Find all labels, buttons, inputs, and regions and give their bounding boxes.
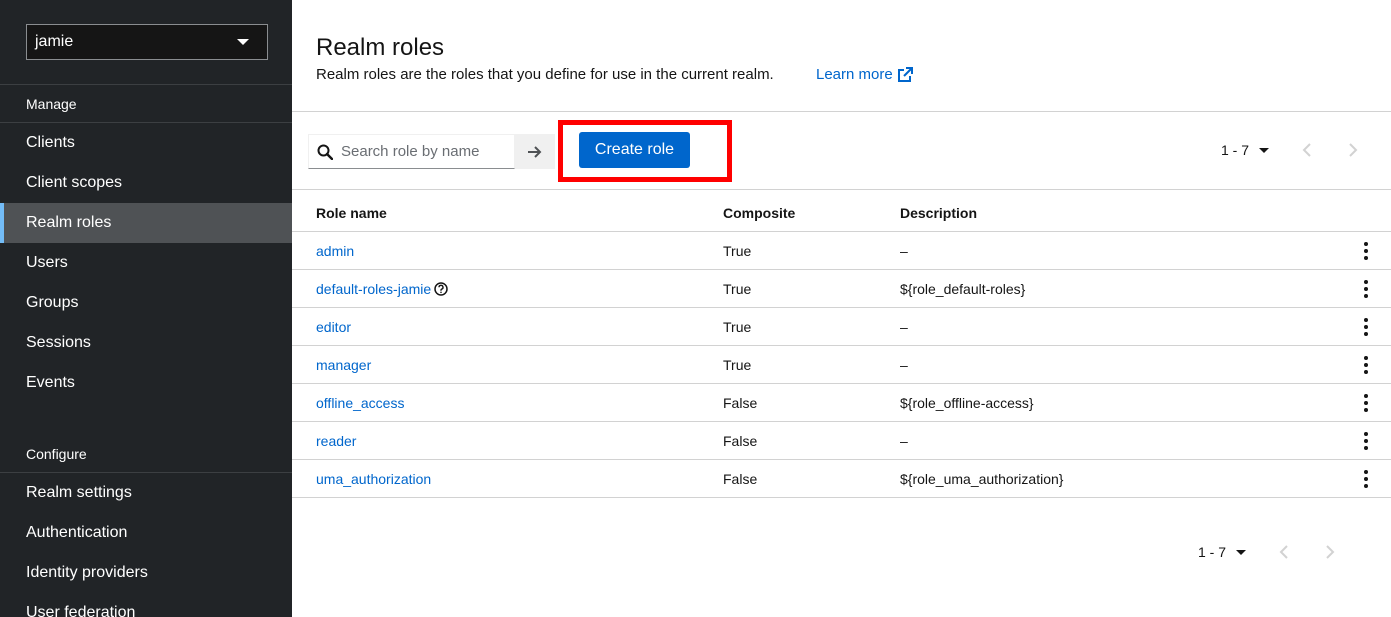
role-name-link[interactable]: editor xyxy=(316,319,351,335)
row-actions-kebab-icon[interactable] xyxy=(1358,279,1374,299)
sidebar: jamie Manage Clients Client scopes Realm… xyxy=(0,0,292,617)
role-name: reader xyxy=(316,433,357,449)
create-role-button[interactable]: Create role xyxy=(579,132,690,168)
pagination-top: 1 - 7 xyxy=(1221,142,1361,158)
caret-down-icon xyxy=(1259,147,1270,153)
help-icon[interactable] xyxy=(434,282,448,296)
row-actions-kebab-icon[interactable] xyxy=(1358,241,1374,261)
chevron-left-icon xyxy=(1279,545,1288,559)
sidebar-divider xyxy=(0,84,292,85)
arrow-right-icon xyxy=(528,145,542,158)
previous-page-button[interactable] xyxy=(1276,544,1292,560)
chevron-right-icon xyxy=(1326,545,1335,559)
next-page-button[interactable] xyxy=(1345,142,1361,158)
sidebar-item-realm-settings[interactable]: Realm settings xyxy=(0,473,292,513)
search-submit-button[interactable] xyxy=(515,134,555,169)
table-row: editor True – xyxy=(292,308,1391,346)
sidebar-item-groups[interactable]: Groups xyxy=(0,283,292,323)
role-name: offline_access xyxy=(316,395,405,411)
row-actions-kebab-icon[interactable] xyxy=(1358,469,1374,489)
caret-down-icon xyxy=(237,39,249,45)
description-value: ${role_uma_authorization} xyxy=(900,471,1064,487)
external-link-icon xyxy=(897,66,913,82)
composite-value: True xyxy=(723,281,752,297)
sidebar-item-client-scopes[interactable]: Client scopes xyxy=(0,163,292,203)
table-row: uma_authorization False ${role_uma_autho… xyxy=(292,460,1391,498)
realm-selector-value: jamie xyxy=(35,33,74,50)
description-value: – xyxy=(900,433,908,449)
role-name-link[interactable]: default-roles-jamie xyxy=(316,281,448,297)
next-page-button[interactable] xyxy=(1322,544,1338,560)
sidebar-item-events[interactable]: Events xyxy=(0,363,292,403)
role-name: uma_authorization xyxy=(316,471,432,487)
composite-value: False xyxy=(723,471,758,487)
role-name-link[interactable]: offline_access xyxy=(316,395,404,411)
pagination-range-toggle[interactable]: 1 - 7 xyxy=(1221,142,1270,158)
sidebar-item-users[interactable]: Users xyxy=(0,243,292,283)
role-name-link[interactable]: uma_authorization xyxy=(316,471,431,487)
column-header-role-name[interactable]: Role name xyxy=(316,205,387,221)
sidebar-item-identity-providers[interactable]: Identity providers xyxy=(0,553,292,593)
page-header: Realm roles Realm roles are the roles th… xyxy=(292,0,1391,112)
description-value: ${role_default-roles} xyxy=(900,281,1026,297)
table-row: reader False – xyxy=(292,422,1391,460)
role-name: manager xyxy=(316,357,372,373)
table-row: manager True – xyxy=(292,346,1391,384)
row-actions-kebab-icon[interactable] xyxy=(1358,393,1374,413)
role-name: admin xyxy=(316,243,355,259)
composite-value: False xyxy=(723,433,758,449)
page-title: Realm roles xyxy=(316,34,445,61)
sidebar-item-sessions[interactable]: Sessions xyxy=(0,323,292,363)
table-header: Role name Composite Description xyxy=(292,190,1391,232)
main-content: Realm roles Realm roles are the roles th… xyxy=(292,0,1391,617)
nav-section-configure: Configure xyxy=(26,446,87,462)
table-row: admin True – xyxy=(292,232,1391,270)
learn-more-link[interactable]: Learn more xyxy=(816,66,913,83)
composite-value: True xyxy=(723,243,752,259)
table-row: offline_access False ${role_offline-acce… xyxy=(292,384,1391,422)
description-value: – xyxy=(900,243,908,259)
role-name: default-roles-jamie xyxy=(316,281,432,297)
chevron-right-icon xyxy=(1349,143,1358,157)
pagination-range: 1 - 7 xyxy=(1221,142,1250,158)
row-actions-kebab-icon[interactable] xyxy=(1358,431,1374,451)
previous-page-button[interactable] xyxy=(1299,142,1315,158)
composite-value: True xyxy=(723,357,752,373)
column-header-description: Description xyxy=(900,205,978,221)
sidebar-item-realm-roles[interactable]: Realm roles xyxy=(0,203,292,243)
role-name: editor xyxy=(316,319,352,335)
table-row: default-roles-jamie True ${role_default-… xyxy=(292,270,1391,308)
description-value: – xyxy=(900,319,908,335)
sidebar-item-authentication[interactable]: Authentication xyxy=(0,513,292,553)
role-name-link[interactable]: admin xyxy=(316,243,354,259)
page-description: Realm roles are the roles that you defin… xyxy=(316,66,774,83)
pagination-bottom: 1 - 7 xyxy=(1198,544,1338,560)
nav-section-manage: Manage xyxy=(26,96,77,112)
search-box xyxy=(308,134,515,169)
chevron-left-icon xyxy=(1302,143,1311,157)
composite-value: True xyxy=(723,319,752,335)
pagination-range: 1 - 7 xyxy=(1198,544,1227,560)
role-name-link[interactable]: manager xyxy=(316,357,371,373)
sidebar-item-clients[interactable]: Clients xyxy=(0,123,292,163)
search-input[interactable] xyxy=(341,143,511,160)
role-name-link[interactable]: reader xyxy=(316,433,356,449)
toolbar: Create role 1 - 7 xyxy=(292,112,1391,190)
caret-down-icon xyxy=(1236,549,1247,555)
row-actions-kebab-icon[interactable] xyxy=(1358,355,1374,375)
description-value: – xyxy=(900,357,908,373)
column-header-composite: Composite xyxy=(723,205,796,221)
row-actions-kebab-icon[interactable] xyxy=(1358,317,1374,337)
realm-selector[interactable]: jamie xyxy=(26,24,268,60)
pagination-range-toggle[interactable]: 1 - 7 xyxy=(1198,544,1247,560)
search-icon xyxy=(317,144,333,160)
composite-value: False xyxy=(723,395,758,411)
sidebar-item-user-federation[interactable]: User federation xyxy=(0,593,292,617)
roles-table: Role name Composite Description admin Tr… xyxy=(292,190,1391,498)
app: jamie Manage Clients Client scopes Realm… xyxy=(0,0,1391,617)
description-value: ${role_offline-access} xyxy=(900,395,1034,411)
learn-more-label: Learn more xyxy=(816,66,893,83)
